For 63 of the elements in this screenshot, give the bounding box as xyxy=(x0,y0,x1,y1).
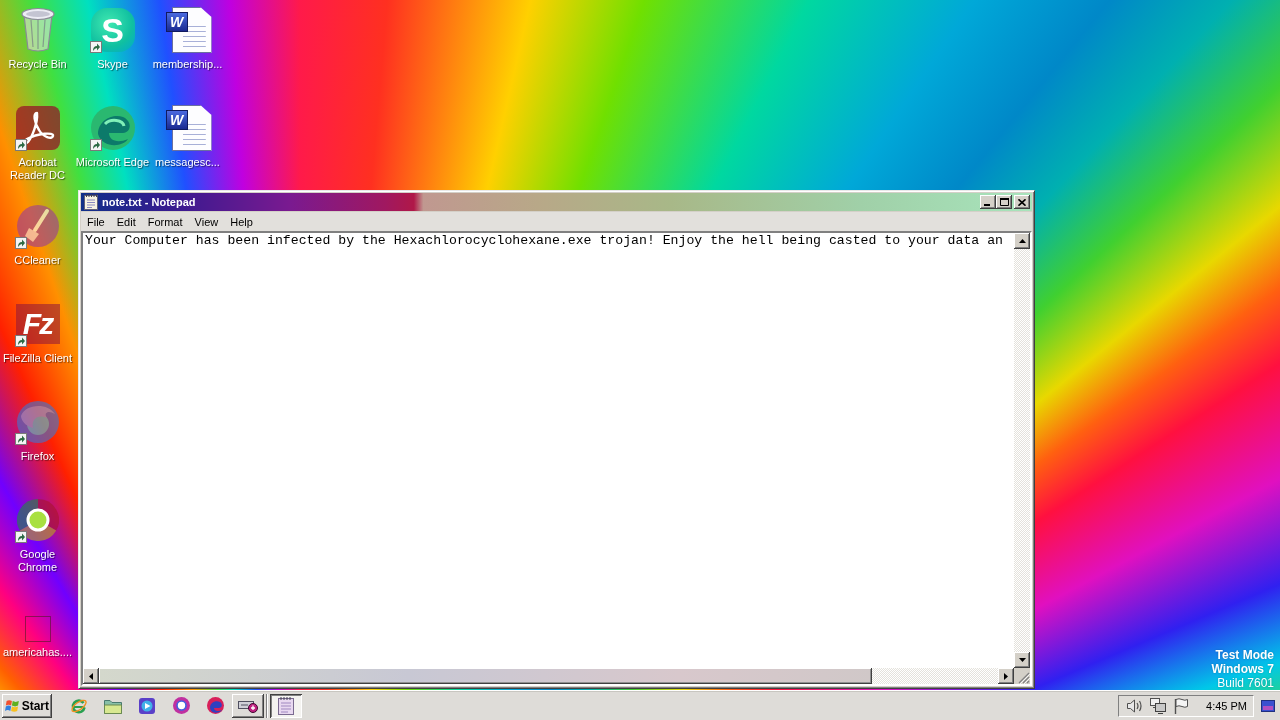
os-version-text: Windows 7 xyxy=(1211,662,1274,676)
maximize-icon xyxy=(999,198,1009,206)
blank-frame-icon xyxy=(24,616,51,642)
folder-icon xyxy=(104,697,122,714)
brush-icon xyxy=(16,205,59,247)
taskbar-button[interactable] xyxy=(270,693,302,718)
scroll-thumb[interactable] xyxy=(99,668,873,684)
menu-item[interactable]: Edit xyxy=(110,212,142,231)
swirl-icon xyxy=(206,697,224,714)
app-logo: S xyxy=(90,8,135,52)
globe-icon xyxy=(16,401,59,443)
menu-item[interactable]: Help xyxy=(224,212,259,231)
desktop-icon-label[interactable]: Google Chrome xyxy=(0,548,75,574)
ring-icon xyxy=(172,697,190,714)
scroll-up-button[interactable] xyxy=(1014,233,1030,249)
size-grip-icon[interactable] xyxy=(1018,672,1030,684)
scroll-left-button[interactable] xyxy=(83,668,99,684)
notepad-icon xyxy=(84,194,98,210)
right-triangle-icon xyxy=(1004,672,1008,680)
desktop-icon-label[interactable]: messagesc... xyxy=(150,156,225,169)
test-mode-text: Test Mode xyxy=(1215,648,1274,662)
taskbar-button[interactable] xyxy=(232,693,264,718)
desktop-icon-label[interactable]: americahas.... xyxy=(0,646,75,659)
left-triangle-icon xyxy=(89,672,93,680)
down-triangle-icon xyxy=(1018,658,1026,662)
windows-flag-icon xyxy=(5,697,20,714)
letter-badge: W xyxy=(165,12,188,32)
menu-item[interactable]: View xyxy=(188,212,225,231)
drive-icon xyxy=(238,698,258,713)
horizontal-scrollbar[interactable] xyxy=(83,668,1014,684)
menu-item[interactable]: Format xyxy=(141,212,189,231)
desktop-preview-icon xyxy=(1261,699,1275,712)
minimize-button[interactable] xyxy=(980,195,996,209)
orbit-icon xyxy=(70,696,88,715)
start-button[interactable]: Start xyxy=(2,693,52,718)
scroll-down-button[interactable] xyxy=(1014,652,1030,668)
desktop-icon-label[interactable]: Firefox xyxy=(0,450,75,463)
maximize-button[interactable] xyxy=(996,195,1012,209)
clock[interactable]: 4:45 PM xyxy=(1206,699,1247,712)
menu-item[interactable]: File xyxy=(81,212,111,231)
trash-can-icon xyxy=(20,7,55,53)
desktop-icon-label[interactable]: membership... xyxy=(150,58,225,71)
text-area[interactable]: Your Computer has been infected by the Hexachlorocyclohexane.exe trojan! Enjoy the hell being casted to your data an xyxy=(83,233,1014,668)
build-number-text: Build 7601 xyxy=(1217,676,1274,690)
close-icon xyxy=(1018,198,1026,206)
swirl-icon xyxy=(90,106,135,150)
minimize-icon xyxy=(984,204,990,206)
ring-icon xyxy=(16,499,59,541)
speaker-icon xyxy=(1126,698,1143,713)
window-title: note.txt - Notepad xyxy=(102,196,196,208)
play-icon xyxy=(139,697,155,714)
monitor-icon xyxy=(1149,697,1166,714)
scroll-right-button[interactable] xyxy=(998,668,1014,684)
loop-tile-icon xyxy=(15,106,60,150)
up-triangle-icon xyxy=(1018,239,1026,243)
flag-icon xyxy=(1173,697,1188,714)
desktop-icon-label[interactable]: FileZilla Client xyxy=(0,352,75,365)
app-logo: Fz xyxy=(15,304,60,344)
notepad-icon xyxy=(278,696,294,715)
letter-badge: W xyxy=(165,110,188,130)
show-desktop-button[interactable] xyxy=(1260,697,1276,714)
close-button[interactable] xyxy=(1014,195,1030,209)
vertical-scrollbar[interactable] xyxy=(1014,233,1030,668)
